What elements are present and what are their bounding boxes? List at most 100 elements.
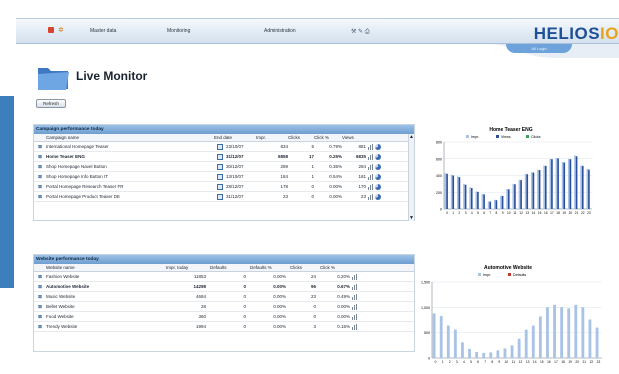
col-end-date[interactable]: End date — [214, 134, 256, 141]
col-views[interactable]: Views — [342, 134, 382, 141]
bar-chart-icon[interactable] — [352, 293, 357, 300]
col-campaign-name[interactable]: Campaign name — [46, 134, 214, 141]
clicks-cell: 17 — [308, 154, 314, 159]
excel-export-icon[interactable]: ⊠ — [34, 144, 46, 150]
left-accent-bar — [0, 96, 14, 288]
campaign-rows: ⊠ International Homepage Teaser 23/10/07 83… — [34, 142, 414, 202]
website-panel: Website performance today Website name I… — [33, 254, 415, 352]
x-tick-label: 14 — [533, 360, 537, 364]
bar-chart-icon[interactable] — [352, 303, 357, 310]
campaign-row[interactable]: ⊠ Portal Homepage Research Teaser FR 28/12… — [34, 182, 414, 192]
excel-export-icon[interactable]: ⊠ — [34, 174, 46, 180]
excel-export-icon[interactable]: ⊠ — [34, 274, 46, 280]
col-web-click-pct[interactable]: Click % — [320, 264, 360, 271]
web-click-pct-cell: 0.49% — [337, 294, 350, 299]
bar — [595, 327, 599, 358]
bar-chart-icon[interactable] — [352, 273, 357, 280]
bar — [586, 168, 589, 209]
gear-icon[interactable]: ✲ — [58, 26, 64, 34]
pie-chart-icon[interactable] — [375, 173, 381, 180]
bar-chart-icon[interactable] — [368, 143, 373, 150]
defaults-cell: 0 — [243, 274, 246, 279]
pie-chart-icon[interactable] — [375, 183, 381, 190]
x-tick-label: 2 — [449, 360, 451, 364]
col-defaults-pct[interactable]: Defaults % — [250, 264, 290, 271]
open-stats-icon[interactable] — [214, 193, 226, 200]
col-web-clicks[interactable]: Clicks — [290, 264, 320, 271]
y-tick-label: 1,000 — [421, 306, 430, 310]
bar-chart-icon[interactable] — [368, 153, 373, 160]
open-stats-icon[interactable] — [214, 183, 226, 190]
nav-master-data[interactable]: Master data — [90, 28, 116, 34]
views-cell: 23 — [360, 194, 366, 199]
bar-chart-icon[interactable] — [352, 313, 357, 320]
col-clicks[interactable]: Clicks — [288, 134, 314, 141]
home-icon[interactable] — [48, 27, 54, 33]
col-impr-today[interactable]: Impr. today — [166, 264, 210, 271]
user-tab[interactable]: All Login — [506, 44, 572, 53]
col-defaults[interactable]: Defaults — [210, 264, 250, 271]
scroll-up-icon[interactable]: ▲ — [409, 134, 414, 140]
bar-chart-icon[interactable] — [368, 173, 373, 180]
campaign-row[interactable]: ⊠ Home Teaser ENG 31/12/07 6858 17 0.25% 6835 — [34, 152, 414, 162]
excel-export-icon[interactable]: ⊠ — [34, 194, 46, 200]
excel-export-icon[interactable]: ⊠ — [34, 294, 46, 300]
excel-export-icon[interactable]: ⊠ — [34, 304, 46, 310]
excel-export-icon[interactable]: ⊠ — [34, 314, 46, 320]
y-tick-label: 0 — [440, 208, 442, 212]
website-name-cell: Automotive Website — [46, 284, 90, 289]
x-tick-label: 7 — [484, 360, 486, 364]
campaign-scrollbar[interactable]: ▲ ▼ — [408, 134, 414, 221]
pie-chart-icon[interactable] — [375, 163, 381, 170]
nav-monitoring[interactable]: Monitoring — [167, 28, 190, 34]
x-tick-label: 19 — [568, 360, 572, 364]
pie-chart-icon[interactable] — [375, 143, 381, 150]
bar — [446, 325, 450, 358]
bar — [532, 172, 535, 209]
col-click-pct[interactable]: Click % — [314, 134, 342, 141]
scroll-down-icon[interactable]: ▼ — [409, 215, 414, 221]
bar-chart-icon[interactable] — [352, 323, 357, 330]
excel-export-icon[interactable]: ⊠ — [34, 184, 46, 190]
x-tick-label: 19 — [562, 211, 566, 215]
website-row[interactable]: ⊠ Fashion Website 11853 0 0.00% 24 0.20% — [34, 272, 414, 282]
tools-icon[interactable]: ⚒ ✎ ⎙ — [351, 28, 370, 36]
website-row[interactable]: ⊠ Bellet Website 28 0 0.00% 0 0.00% — [34, 302, 414, 312]
x-tick-label: 13 — [525, 211, 529, 215]
pie-chart-icon[interactable] — [375, 153, 381, 160]
bar-chart-icon[interactable] — [368, 163, 373, 170]
bar — [575, 156, 578, 209]
website-row[interactable]: ⊠ Trendy Website 1994 0 0.00% 3 0.15% — [34, 322, 414, 332]
excel-export-icon[interactable]: ⊠ — [34, 324, 46, 330]
open-stats-icon[interactable] — [214, 173, 226, 180]
campaign-row[interactable]: ⊠ International Homepage Teaser 23/10/07 83… — [34, 142, 414, 152]
excel-export-icon[interactable]: ⊠ — [34, 154, 46, 160]
bar-chart-icon[interactable] — [368, 193, 373, 200]
nav-administration[interactable]: Administration — [264, 28, 296, 34]
campaign-row[interactable]: ⊠ Shop Homepage Navel Button 30/12/07 289 1 0… — [34, 162, 414, 172]
excel-export-icon[interactable]: ⊠ — [34, 164, 46, 170]
x-tick-label: 8 — [491, 360, 493, 364]
bar-chart-icon[interactable] — [352, 283, 357, 290]
campaign-row[interactable]: ⊠ Portal Homepage Product Teaser DE 31/12/… — [34, 192, 414, 202]
open-stats-icon[interactable] — [214, 163, 226, 170]
open-stats-icon[interactable] — [214, 153, 226, 160]
excel-export-icon[interactable]: ⊠ — [34, 284, 46, 290]
col-impr[interactable]: Impr. — [256, 134, 288, 141]
bar-chart-icon[interactable] — [368, 183, 373, 190]
pie-chart-icon[interactable] — [375, 193, 381, 200]
website-row[interactable]: ⊠ Food Website 360 0 0.00% 0 0.00% — [34, 312, 414, 322]
website-row[interactable]: ⊠ Music Website 4694 0 0.00% 23 0.49% — [34, 292, 414, 302]
open-stats-icon[interactable] — [214, 143, 226, 150]
bar — [567, 308, 571, 358]
end-date-cell: 13/10/07 — [226, 174, 244, 179]
col-website-name[interactable]: Website name — [46, 264, 166, 271]
website-row[interactable]: ⊠ Automotive Website 14298 0 0.00% 96 0.67% — [34, 282, 414, 292]
defaults-pct-cell: 0.00% — [273, 294, 286, 299]
web-clicks-cell: 0 — [313, 304, 316, 309]
campaign-row[interactable]: ⊠ Shop Homepage Info Button IT 13/10/07 184… — [34, 172, 414, 182]
bar — [555, 157, 558, 209]
impr-cell: 289 — [280, 164, 288, 169]
legend-label: Defaults — [513, 273, 526, 277]
refresh-button[interactable]: Refresh — [36, 99, 66, 108]
